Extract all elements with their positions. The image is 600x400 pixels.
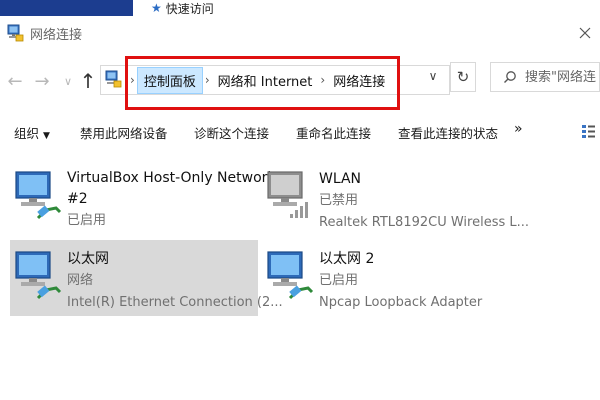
connection-adapter: Npcap Loopback Adapter xyxy=(319,295,483,310)
recent-locations-chevron-icon[interactable]: ∨ xyxy=(58,70,78,92)
breadcrumb-separator-icon[interactable]: › xyxy=(318,73,327,87)
background-window-strip: ★ 快速访问 xyxy=(0,0,600,16)
connection-status: 已启用 xyxy=(67,213,107,228)
organize-label: 组织 xyxy=(14,126,40,141)
title-bar: 网络连接 xyxy=(0,18,600,48)
up-arrow-icon[interactable]: ↑ xyxy=(78,69,98,93)
more-commands-button[interactable]: » xyxy=(514,121,523,137)
address-dropdown-chevron-icon[interactable]: ∨ xyxy=(424,66,442,86)
connection-status: 网络 xyxy=(67,273,94,288)
breadcrumb: › 控制面板 › 网络和 Internet › 网络连接 xyxy=(128,62,391,98)
breadcrumb-network-connections[interactable]: 网络连接 xyxy=(327,68,391,93)
control-panel-icon xyxy=(104,70,122,88)
connection-ethernet-2[interactable]: 以太网 2 已启用 Npcap Loopback Adapter xyxy=(262,240,512,316)
change-view-icon[interactable] xyxy=(582,124,596,140)
connection-wlan[interactable]: WLAN 已禁用 Realtek RTL8192CU Wireless L... xyxy=(262,160,529,236)
breadcrumb-control-panel[interactable]: 控制面板 xyxy=(136,66,203,94)
connection-name: VirtualBox Host-Only Network xyxy=(67,170,276,186)
connection-virtualbox[interactable]: VirtualBox Host-Only Network #2 已启用 xyxy=(10,160,276,240)
breadcrumb-network-internet[interactable]: 网络和 Internet xyxy=(212,68,319,93)
connection-text: 以太网 网络 Intel(R) Ethernet Connection (2..… xyxy=(67,248,283,314)
view-status-button[interactable]: 查看此连接的状态 xyxy=(398,123,498,142)
diagnose-connection-button[interactable]: 诊断这个连接 xyxy=(194,123,269,142)
connection-status: 已禁用 xyxy=(319,193,359,208)
disable-device-button[interactable]: 禁用此网络设备 xyxy=(80,123,168,142)
quick-access-tab[interactable]: ★ 快速访问 xyxy=(151,0,214,16)
network-adapter-icon xyxy=(12,168,62,220)
rename-connection-button[interactable]: 重命名此连接 xyxy=(296,123,371,142)
connection-ethernet[interactable]: 以太网 网络 Intel(R) Ethernet Connection (2..… xyxy=(10,240,283,316)
quick-access-label: 快速访问 xyxy=(165,1,214,16)
window-title: 网络连接 xyxy=(30,27,83,43)
command-bar: 组织 ▼ 禁用此网络设备 诊断这个连接 重命名此连接 查看此连接的状态 » xyxy=(0,112,600,148)
connection-adapter: Intel(R) Ethernet Connection (2... xyxy=(67,295,283,310)
breadcrumb-separator-icon[interactable]: › xyxy=(128,73,137,87)
network-adapter-icon xyxy=(264,248,314,300)
organize-button[interactable]: 组织 ▼ xyxy=(14,123,50,142)
connection-name: WLAN xyxy=(319,171,362,187)
connection-text: 以太网 2 已启用 Npcap Loopback Adapter xyxy=(319,248,482,314)
refresh-button[interactable]: ↻ xyxy=(450,62,476,92)
network-connections-icon xyxy=(6,24,24,42)
connection-name: 以太网 xyxy=(67,251,109,267)
chevron-down-icon: ▼ xyxy=(43,131,50,141)
connection-status: 已启用 xyxy=(319,273,359,288)
refresh-icon: ↻ xyxy=(456,68,470,86)
wireless-adapter-disabled-icon xyxy=(264,168,314,220)
forward-arrow-icon[interactable]: → xyxy=(32,70,52,92)
connection-name-cont: #2 xyxy=(67,191,88,207)
background-window-bar xyxy=(0,0,133,16)
back-arrow-icon[interactable]: ← xyxy=(5,70,25,92)
connection-text: WLAN 已禁用 Realtek RTL8192CU Wireless L... xyxy=(319,168,529,234)
breadcrumb-separator-icon[interactable]: › xyxy=(203,73,212,87)
search-field[interactable] xyxy=(490,62,600,92)
star-icon: ★ xyxy=(151,1,162,15)
network-adapter-icon xyxy=(12,248,62,300)
connection-text: VirtualBox Host-Only Network #2 已启用 xyxy=(67,168,276,231)
connection-adapter: Realtek RTL8192CU Wireless L... xyxy=(319,215,530,230)
close-icon[interactable] xyxy=(578,26,592,40)
search-input[interactable] xyxy=(525,69,600,85)
connection-name: 以太网 2 xyxy=(319,251,375,267)
search-icon xyxy=(503,70,517,84)
